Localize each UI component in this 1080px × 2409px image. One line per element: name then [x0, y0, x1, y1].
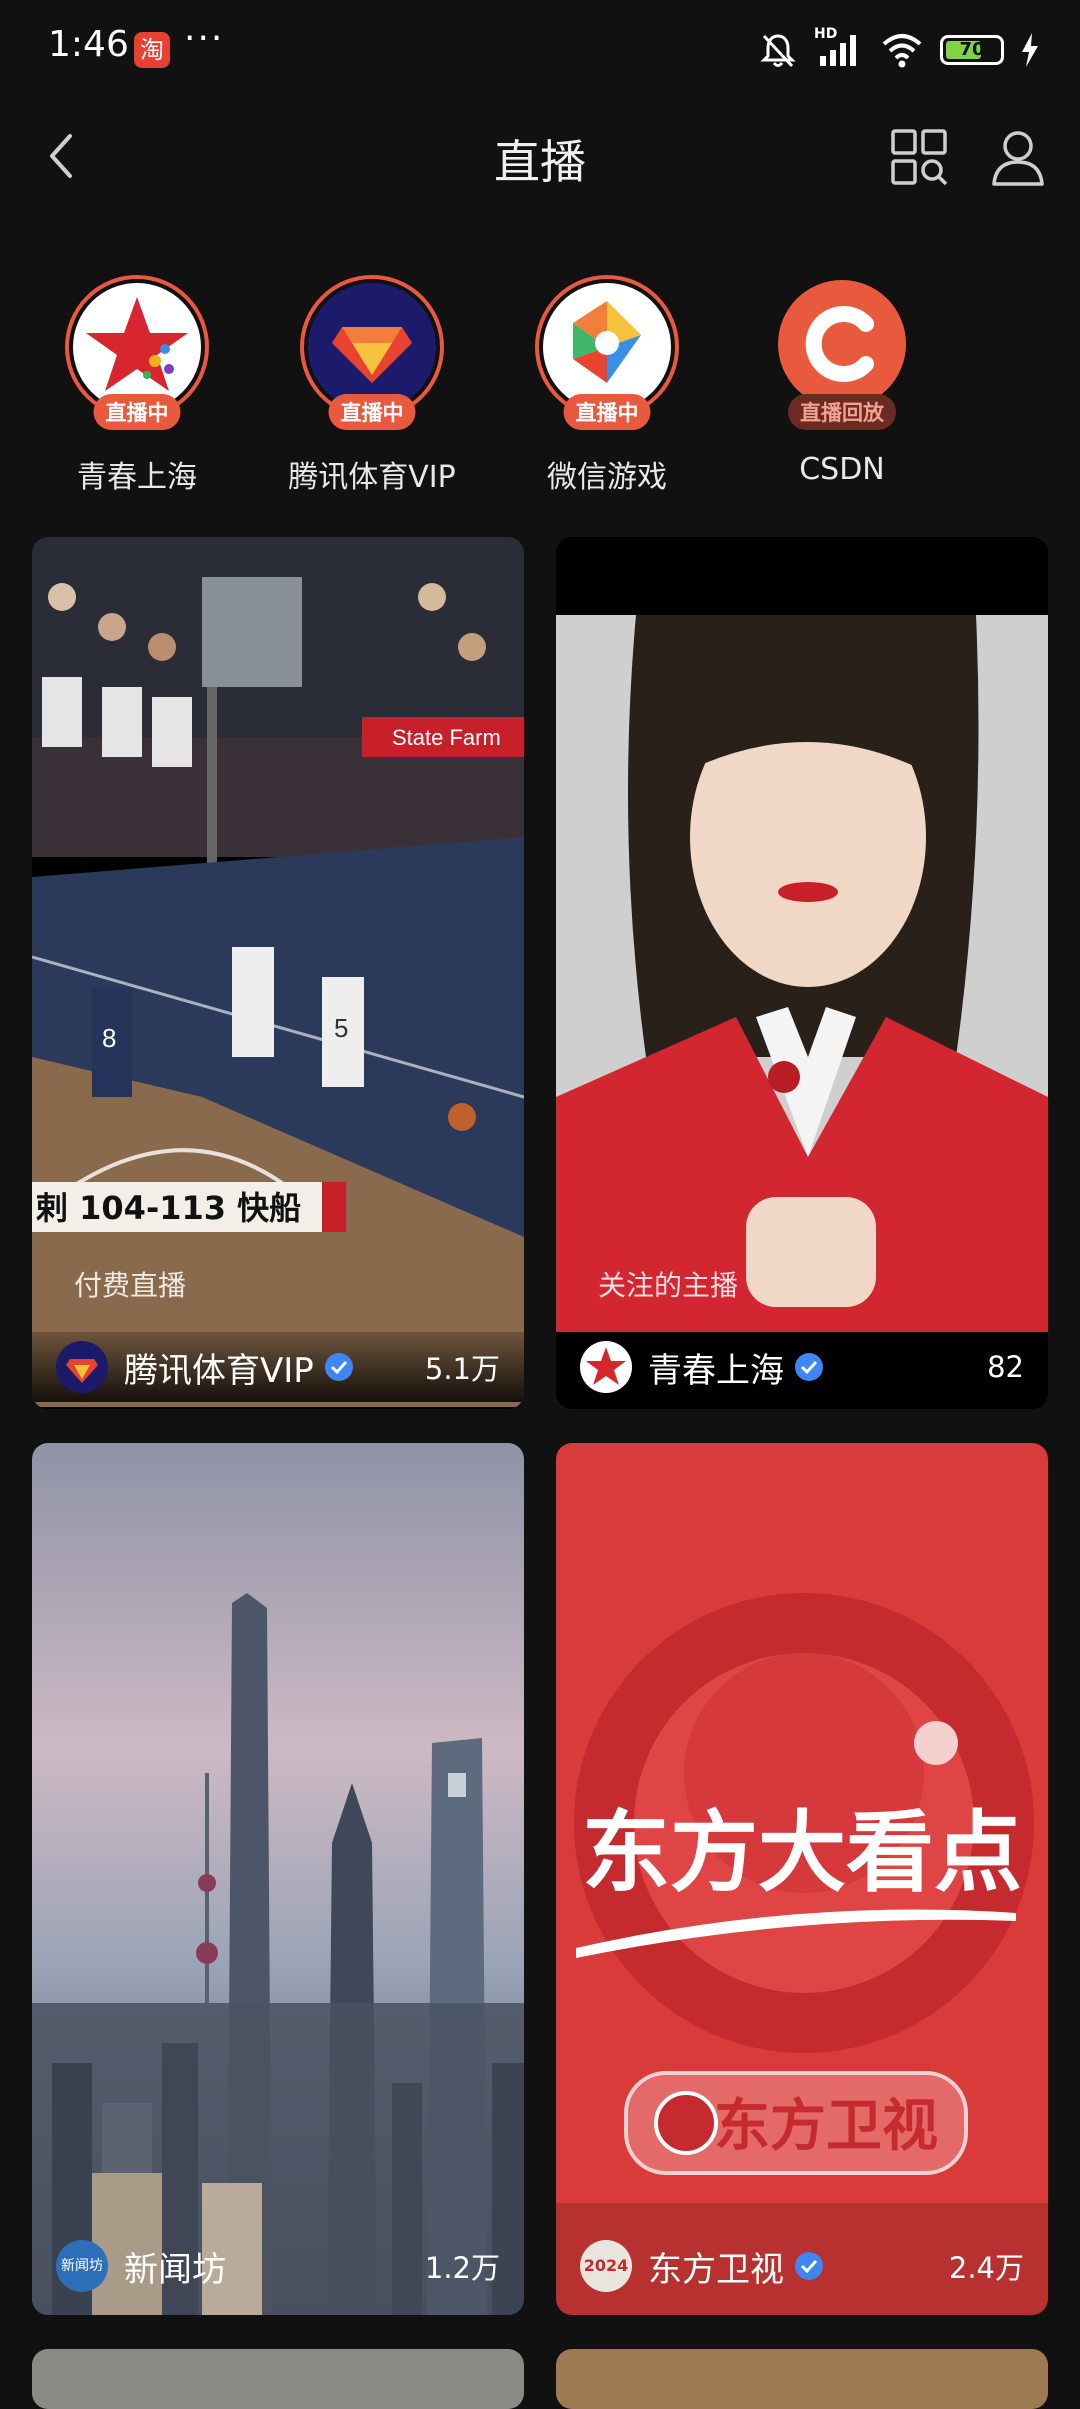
status-bar: 1:46 淘 ··· HD 70 [0, 0, 1080, 100]
author-name: 腾讯体育VIP [124, 1350, 314, 1391]
live-card-partial[interactable] [556, 2349, 1048, 2409]
charging-bolt-icon [1022, 33, 1038, 67]
show-headline: 东方大看点 [582, 1801, 1022, 1904]
verified-badge-icon [324, 1353, 353, 1381]
battery-icon: 70 [940, 35, 1004, 65]
live-card-skyline[interactable]: 新闻坊 新闻坊 1.2万 [32, 1443, 524, 2315]
diamond-logo-icon [543, 283, 671, 411]
dragon-tv-video-thumbnail: 东方大看点 东方卫视 [556, 1443, 1048, 2315]
categories-button[interactable] [890, 128, 950, 188]
card-footer: 2024 东方卫视 2.4万 [556, 2231, 1048, 2301]
c-logo-icon [778, 280, 906, 408]
replay-badge: 直播回放 [788, 394, 896, 430]
author-avatar-text: 新闻坊 [61, 2258, 103, 2274]
signal-icon: HD [814, 26, 864, 70]
channel-name: 腾讯体育VIP [288, 460, 456, 495]
sponsor-banner: State Farm [392, 725, 501, 750]
live-card-partial[interactable] [32, 2349, 524, 2409]
mute-bell-icon [760, 34, 796, 68]
viewer-count: 1.2万 [424, 2251, 500, 2285]
author-avatar [56, 1341, 108, 1393]
scoreboard-text: 剌 104-113 快船 [36, 1189, 301, 1227]
profile-button[interactable] [990, 128, 1046, 188]
channel-item-qingchun-shanghai[interactable]: 直播中 青春上海 [27, 270, 247, 500]
verified-badge-icon [795, 2252, 823, 2280]
channel-item-tencent-sports-vip[interactable]: 直播中 腾讯体育VIP [262, 270, 482, 500]
live-badge: 直播中 [328, 394, 416, 430]
card-tag: 付费直播 [74, 1269, 187, 1302]
card-footer: 新闻坊 新闻坊 1.2万 [32, 2231, 524, 2301]
live-badge: 直播中 [93, 394, 181, 430]
author-avatar [580, 1341, 632, 1393]
channel-name: CSDN [799, 452, 885, 487]
more-notifications-icon: ··· [184, 18, 225, 59]
channel-item-csdn[interactable]: 直播回放 CSDN [732, 270, 952, 500]
live-channel-list: 直播中 青春上海 直播中 腾讯体育VIP 直播中 微信游戏 直播回放 CSDN [0, 270, 1080, 500]
grid-search-icon [891, 129, 948, 186]
jersey-number: 5 [334, 1013, 348, 1043]
user-icon [992, 131, 1044, 186]
live-badge: 直播中 [563, 394, 651, 430]
gem-logo-icon [308, 283, 436, 411]
author-avatar: 2024 [580, 2240, 632, 2292]
card-tag: 关注的主播 [598, 1269, 739, 1302]
viewer-count: 2.4万 [948, 2251, 1024, 2285]
author-avatar: 新闻坊 [56, 2240, 108, 2292]
status-icons: HD 70 [758, 26, 1040, 74]
star-logo-icon [73, 283, 201, 411]
header: 直播 [0, 100, 1080, 210]
channel-name: 微信游戏 [547, 460, 667, 495]
author-name: 东方卫视 [648, 2249, 784, 2290]
card-footer: 腾讯体育VIP 5.1万 [32, 1332, 524, 1402]
skyline-video-thumbnail [32, 1443, 524, 2315]
wifi-icon [882, 34, 922, 68]
author-avatar-text: 2024 [583, 2256, 629, 2275]
live-card-basketball[interactable]: State Farm 8 5 剌 104-113 快船 付费直播 腾讯体育VIP [32, 537, 524, 1409]
channel-name: 青春上海 [77, 460, 197, 495]
verified-badge-icon [795, 1353, 823, 1381]
channel-logo-text: 东方卫视 [714, 2094, 938, 2159]
author-name: 青春上海 [648, 1350, 784, 1391]
jersey-number: 8 [102, 1023, 116, 1053]
author-name: 新闻坊 [124, 2249, 226, 2290]
status-time: 1:46 [48, 24, 129, 65]
live-card-dragon-tv[interactable]: 东方大看点 东方卫视 2024 东方卫视 2.4万 [556, 1443, 1048, 2315]
viewer-count: 5.1万 [424, 1352, 500, 1386]
battery-level-text: 70 [959, 39, 985, 60]
viewer-count: 82 [987, 1350, 1024, 1384]
live-card-host[interactable]: 关注的主播 青春上海 82 [556, 537, 1048, 1409]
channel-item-wechat-games[interactable]: 直播中 微信游戏 [497, 270, 717, 500]
taobao-app-icon: 淘 [134, 32, 170, 68]
card-footer: 青春上海 82 [556, 1332, 1048, 1402]
